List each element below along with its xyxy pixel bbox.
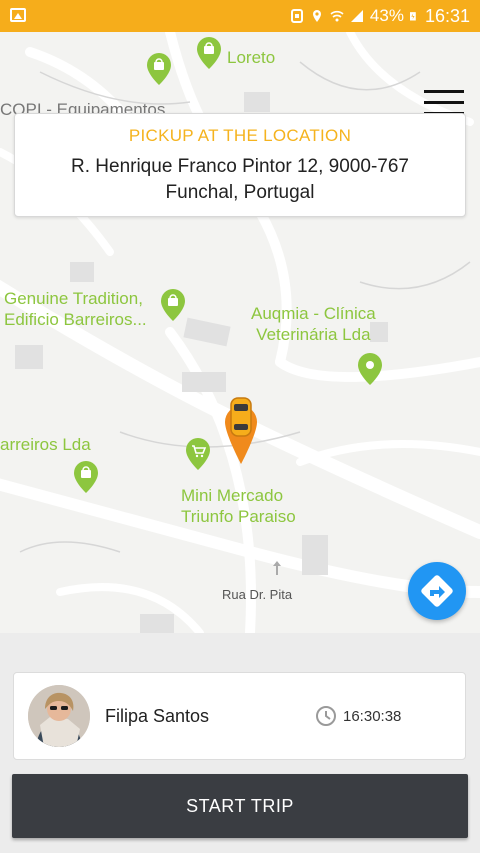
- taxi-car-pin-icon: [225, 397, 257, 464]
- gallery-icon: [10, 8, 26, 22]
- pickup-address-line2: Funchal, Portugal: [165, 182, 315, 203]
- hamburger-icon: [424, 90, 464, 93]
- navigate-button[interactable]: [408, 562, 466, 620]
- shopping-bag-pin-icon[interactable]: [146, 52, 172, 86]
- poi-label-line: Edificio Barreiros...: [4, 310, 147, 329]
- wifi-icon: [330, 10, 344, 22]
- rider-request-time: 16:30:38: [343, 708, 402, 725]
- hamburger-icon: [424, 101, 464, 104]
- sim-icon: [290, 9, 303, 23]
- pickup-address-line1: R. Henrique Franco Pintor 12, 9000-767: [71, 156, 409, 177]
- shopping-bag-pin-icon[interactable]: [73, 460, 99, 494]
- clock-icon: [316, 706, 336, 726]
- signal-icon: [350, 10, 363, 22]
- start-trip-button[interactable]: START TRIP: [12, 774, 468, 838]
- poi-label-line: Veterinária Lda: [256, 325, 371, 344]
- pickup-title: PICKUP AT THE LOCATION: [128, 126, 352, 145]
- battery-charging-icon: [409, 12, 416, 21]
- poi-label-barreiros: arreiros Lda: [0, 435, 91, 454]
- one-way-arrow-icon: [273, 561, 281, 575]
- poi-label-line: Mini Mercado: [181, 486, 284, 505]
- pickup-card: PICKUP AT THE LOCATION R. Henrique Franc…: [14, 113, 466, 217]
- poi-label-line: Auqmia - Clínica: [251, 304, 376, 323]
- shopping-bag-pin-icon[interactable]: [160, 288, 186, 322]
- poi-label-line: Genuine Tradition,: [4, 289, 143, 308]
- cart-pin-icon[interactable]: [185, 437, 211, 471]
- location-pin-icon[interactable]: [357, 352, 383, 386]
- shopping-bag-pin-icon[interactable]: [196, 36, 222, 70]
- poi-label-mini-mercado: Mini Mercado Triunfo Paraiso: [181, 485, 296, 527]
- poi-label-auqmia: Auqmia - Clínica Veterinária Lda: [251, 303, 376, 345]
- bottom-panel: Filipa Santos 16:30:38 START TRIP: [0, 633, 480, 853]
- clock-time: 16:31: [424, 5, 470, 26]
- avatar: [28, 685, 90, 747]
- battery-percent: 43%: [369, 6, 404, 25]
- street-label: Rua Dr. Pita: [222, 587, 293, 602]
- poi-label-loreto: Loreto: [227, 48, 276, 67]
- poi-label-genuine-tradition: Genuine Tradition, Edificio Barreiros...: [4, 288, 147, 330]
- directions-icon: [421, 575, 453, 607]
- poi-label-line: Triunfo Paraiso: [181, 507, 296, 526]
- status-bar: 43% 16:31: [0, 0, 480, 32]
- rider-card[interactable]: Filipa Santos 16:30:38: [13, 672, 466, 760]
- rider-name: Filipa Santos: [105, 706, 210, 726]
- status-icons: 43% 16:31: [290, 0, 470, 32]
- pickup-address: R. Henrique Franco Pintor 12, 9000-767 F…: [15, 154, 465, 206]
- location-icon: [312, 10, 321, 22]
